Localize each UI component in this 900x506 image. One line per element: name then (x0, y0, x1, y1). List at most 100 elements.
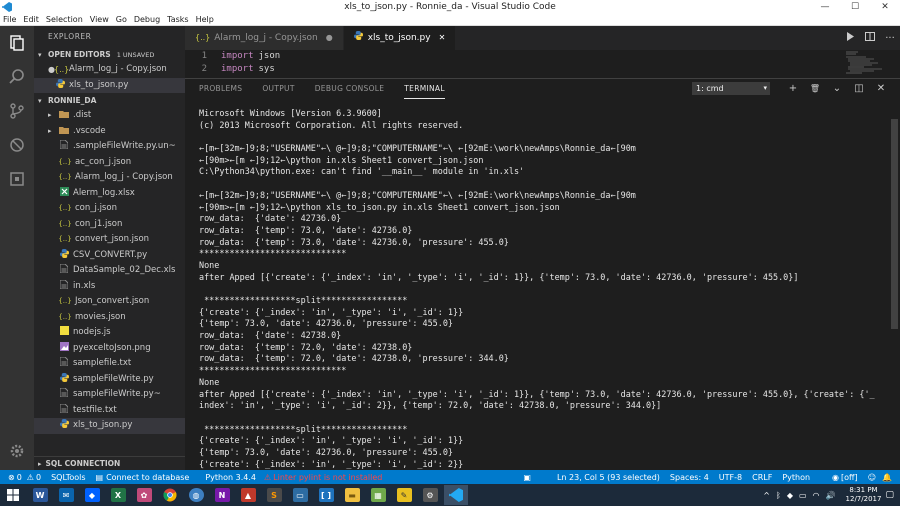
file-item[interactable]: {..} Json_convert.json (34, 294, 185, 310)
excel-icon[interactable]: X (106, 485, 130, 505)
terminal-select[interactable]: 1: cmd ▾ (692, 82, 770, 95)
file-item[interactable]: DataSample_02_Dec.xls (34, 263, 185, 279)
notes-icon[interactable]: ✎ (392, 485, 416, 505)
file-item[interactable]: {..} movies.json (34, 310, 185, 326)
warning-count[interactable]: 0 (36, 473, 41, 482)
bell-icon[interactable]: 🔔 (882, 473, 892, 482)
app-red-icon[interactable]: ▲ (236, 485, 260, 505)
close-panel-icon[interactable]: ✕ (870, 83, 892, 94)
warning-icon[interactable]: ⚠ (27, 473, 34, 482)
vscode-taskbar-icon[interactable] (444, 485, 468, 505)
new-terminal-icon[interactable]: + (782, 83, 804, 94)
terminal-scrollbar[interactable] (891, 119, 898, 329)
error-icon[interactable]: ⊗ (8, 473, 15, 482)
tab-problems[interactable]: PROBLEMS (199, 79, 242, 99)
volume-icon[interactable]: 🔊 (826, 491, 836, 500)
windows-start-icon[interactable] (0, 485, 26, 505)
menu-go[interactable]: Go (116, 15, 127, 24)
tab-output[interactable]: OUTPUT (262, 79, 294, 99)
split-editor-icon[interactable] (860, 32, 880, 44)
paint-icon[interactable]: ✿ (132, 485, 156, 505)
minimap[interactable] (844, 50, 892, 76)
error-count[interactable]: 0 (17, 473, 22, 482)
file-item[interactable]: {..} con_j.json (34, 201, 185, 217)
file-explorer-icon[interactable]: ▬ (340, 485, 364, 505)
tab-terminal[interactable]: TERMINAL (404, 79, 445, 99)
word-icon[interactable]: W (28, 485, 52, 505)
settings-icon[interactable]: ⚙ (418, 485, 442, 505)
maximize-button[interactable]: ☐ (840, 0, 870, 14)
menu-edit[interactable]: Edit (23, 15, 39, 24)
tab-xls-to-json-py[interactable]: xls_to_json.py ✕ (343, 26, 457, 50)
brackets-icon[interactable]: [ ] (314, 485, 338, 505)
close-window-button[interactable]: ✕ (870, 0, 900, 14)
file-item[interactable]: CSV_CONVERT.py (34, 248, 185, 264)
file-item[interactable]: Alerm_log.xlsx (34, 186, 185, 202)
debug-icon[interactable] (0, 128, 34, 162)
folder-item[interactable]: ▸ .dist (34, 108, 185, 124)
file-item[interactable]: {..} con_j1.json (34, 217, 185, 233)
open-editors-section[interactable]: ▾ OPEN EDITORS 1 UNSAVED (34, 48, 185, 62)
file-item[interactable]: {..} convert_json.json (34, 232, 185, 248)
menu-help[interactable]: Help (196, 15, 214, 24)
folder-section[interactable]: ▾ RONNIE_DA (34, 94, 185, 108)
source-control-icon[interactable] (0, 94, 34, 128)
menu-view[interactable]: View (90, 15, 109, 24)
folder-item[interactable]: ▸ .vscode (34, 124, 185, 140)
globe-icon[interactable]: ◍ (184, 485, 208, 505)
onenote-icon[interactable]: N (210, 485, 234, 505)
sublime-icon[interactable]: S (262, 485, 286, 505)
menu-file[interactable]: File (3, 15, 16, 24)
dropbox-tray-icon[interactable]: ◆ (787, 491, 793, 500)
sql-connection-section[interactable]: ▸ SQL CONNECTION (34, 456, 185, 470)
indentation[interactable]: Spaces: 4 (670, 473, 709, 482)
tab-alarm-log-copy-json[interactable]: {..} Alarm_log_j - Copy.json ● (185, 26, 344, 50)
file-item[interactable]: sampleFileWrite.py~ (34, 387, 185, 403)
trash-icon[interactable]: 🗑 (804, 84, 826, 93)
dropbox-icon[interactable]: ◆ (80, 485, 104, 505)
wifi-icon[interactable]: ◠ (813, 491, 820, 500)
file-item[interactable]: pyexceltoJson.png (34, 341, 185, 357)
maximize-panel-icon[interactable]: ◫ (848, 83, 870, 94)
open-editor-item[interactable]: ● {..} Alarm_log_j - Copy.json (34, 62, 185, 78)
chrome-icon[interactable] (158, 485, 182, 505)
menu-selection[interactable]: Selection (46, 15, 83, 24)
encoding[interactable]: UTF-8 (719, 473, 742, 482)
file-item[interactable]: nodejs.js (34, 325, 185, 341)
chevron-down-icon[interactable]: ⌄ (826, 83, 848, 94)
feedback-smiley-icon[interactable]: ☺ (868, 473, 876, 482)
extensions-icon[interactable] (0, 162, 34, 196)
search-icon[interactable] (0, 60, 34, 94)
python-version-item[interactable]: Python 3.4.4 (205, 473, 256, 482)
file-item[interactable]: samplefile.txt (34, 356, 185, 372)
menu-debug[interactable]: Debug (134, 15, 160, 24)
file-item[interactable]: {..} ac_con_j.json (34, 155, 185, 171)
file-item[interactable]: testfile.txt (34, 403, 185, 419)
file-item[interactable]: .sampleFileWrite.py.un~ (34, 139, 185, 155)
sqltools-item[interactable]: SQLTools (51, 473, 85, 482)
open-editor-item[interactable]: xls_to_json.py (34, 77, 185, 93)
file-item[interactable]: in.xls (34, 279, 185, 295)
unsaved-dot-icon[interactable]: ● (326, 26, 333, 50)
terminal-status-icon[interactable]: ▣ (523, 473, 531, 482)
run-icon[interactable] (840, 32, 860, 44)
more-actions-icon[interactable]: ··· (880, 33, 900, 44)
mail-icon[interactable]: ✉ (54, 485, 78, 505)
cursor-position[interactable]: Ln 23, Col 5 (93 selected) (557, 473, 660, 482)
explorer-icon[interactable] (0, 26, 34, 60)
language-mode[interactable]: Python (782, 473, 810, 482)
watch-status[interactable]: [off] (841, 473, 858, 482)
code-editor[interactable]: 1 import json 2 import sys (185, 50, 900, 78)
show-hidden-icons-icon[interactable]: ^ (763, 491, 770, 500)
minimize-button[interactable]: — (810, 0, 840, 14)
file-item[interactable]: xls_to_json.py (34, 418, 185, 434)
remote-desktop-icon[interactable]: ▭ (288, 485, 312, 505)
connect-database-item[interactable]: Connect to database (106, 473, 189, 482)
file-item[interactable]: {..} Alarm_log_j - Copy.json (34, 170, 185, 186)
gear-icon[interactable] (0, 434, 34, 468)
close-tab-icon[interactable]: ✕ (439, 26, 446, 50)
clock[interactable]: 8:31 PM 12/7/2017 (841, 486, 885, 504)
line-ending[interactable]: CRLF (752, 473, 772, 482)
file-item[interactable]: sampleFileWrite.py (34, 372, 185, 388)
battery-icon[interactable]: ▭ (799, 491, 807, 500)
